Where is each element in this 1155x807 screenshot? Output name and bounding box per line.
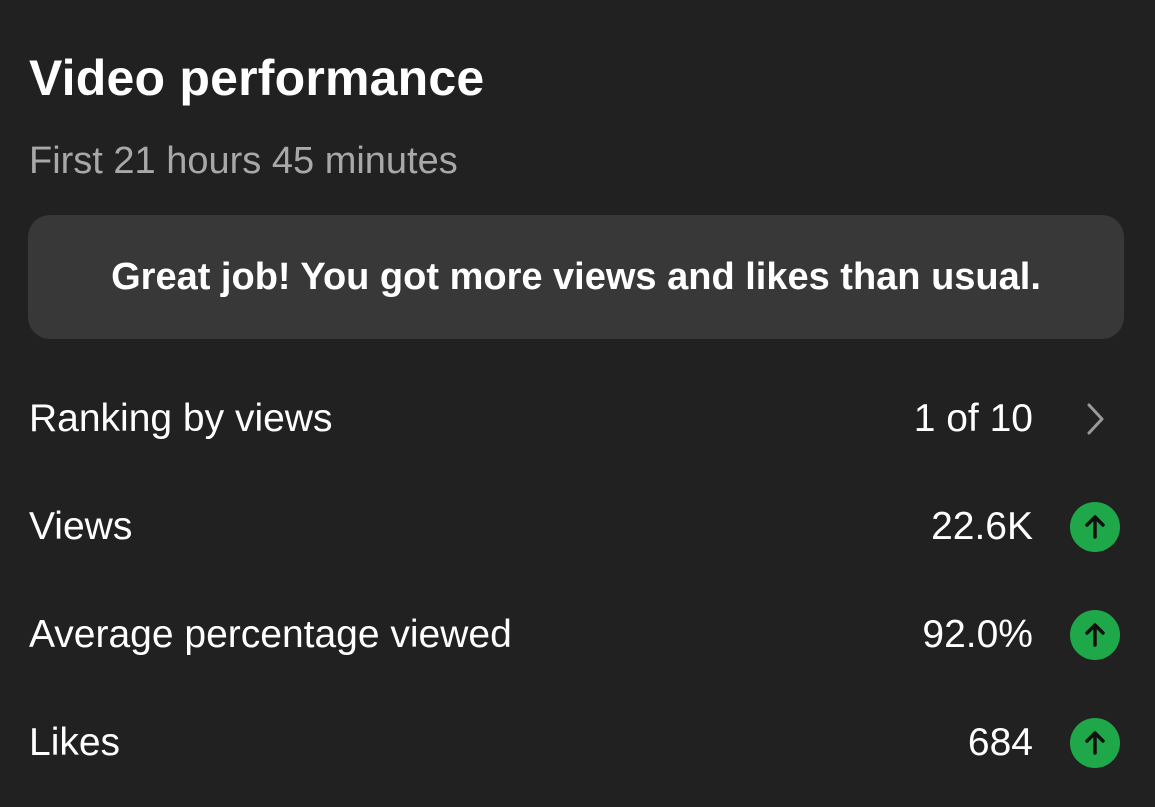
metric-row-average-percentage-viewed: Average percentage viewed 92.0% bbox=[0, 600, 1155, 670]
metric-value: 22.6K bbox=[931, 505, 1033, 548]
metric-value: 684 bbox=[967, 721, 1033, 764]
chevron-right-icon[interactable] bbox=[1070, 394, 1120, 444]
arrow-up-icon bbox=[1070, 502, 1120, 552]
arrow-up-icon bbox=[1070, 718, 1120, 768]
metric-value: 1 of 10 bbox=[913, 397, 1033, 440]
metric-row-likes: Likes 684 bbox=[0, 708, 1155, 778]
metric-row-ranking[interactable]: Ranking by views 1 of 10 bbox=[0, 384, 1155, 454]
metric-value: 92.0% bbox=[922, 613, 1033, 656]
banner-message: Great job! You got more views and likes … bbox=[111, 256, 1041, 298]
time-range-subtitle: First 21 hours 45 minutes bbox=[29, 140, 458, 182]
metric-label: Likes bbox=[29, 721, 121, 764]
metric-row-views: Views 22.6K bbox=[0, 492, 1155, 562]
metric-label: Average percentage viewed bbox=[29, 613, 512, 656]
metric-label: Views bbox=[29, 505, 133, 548]
performance-summary-banner: Great job! You got more views and likes … bbox=[28, 215, 1124, 339]
page-title: Video performance bbox=[29, 50, 485, 106]
metric-label: Ranking by views bbox=[29, 397, 333, 440]
arrow-up-icon bbox=[1070, 610, 1120, 660]
